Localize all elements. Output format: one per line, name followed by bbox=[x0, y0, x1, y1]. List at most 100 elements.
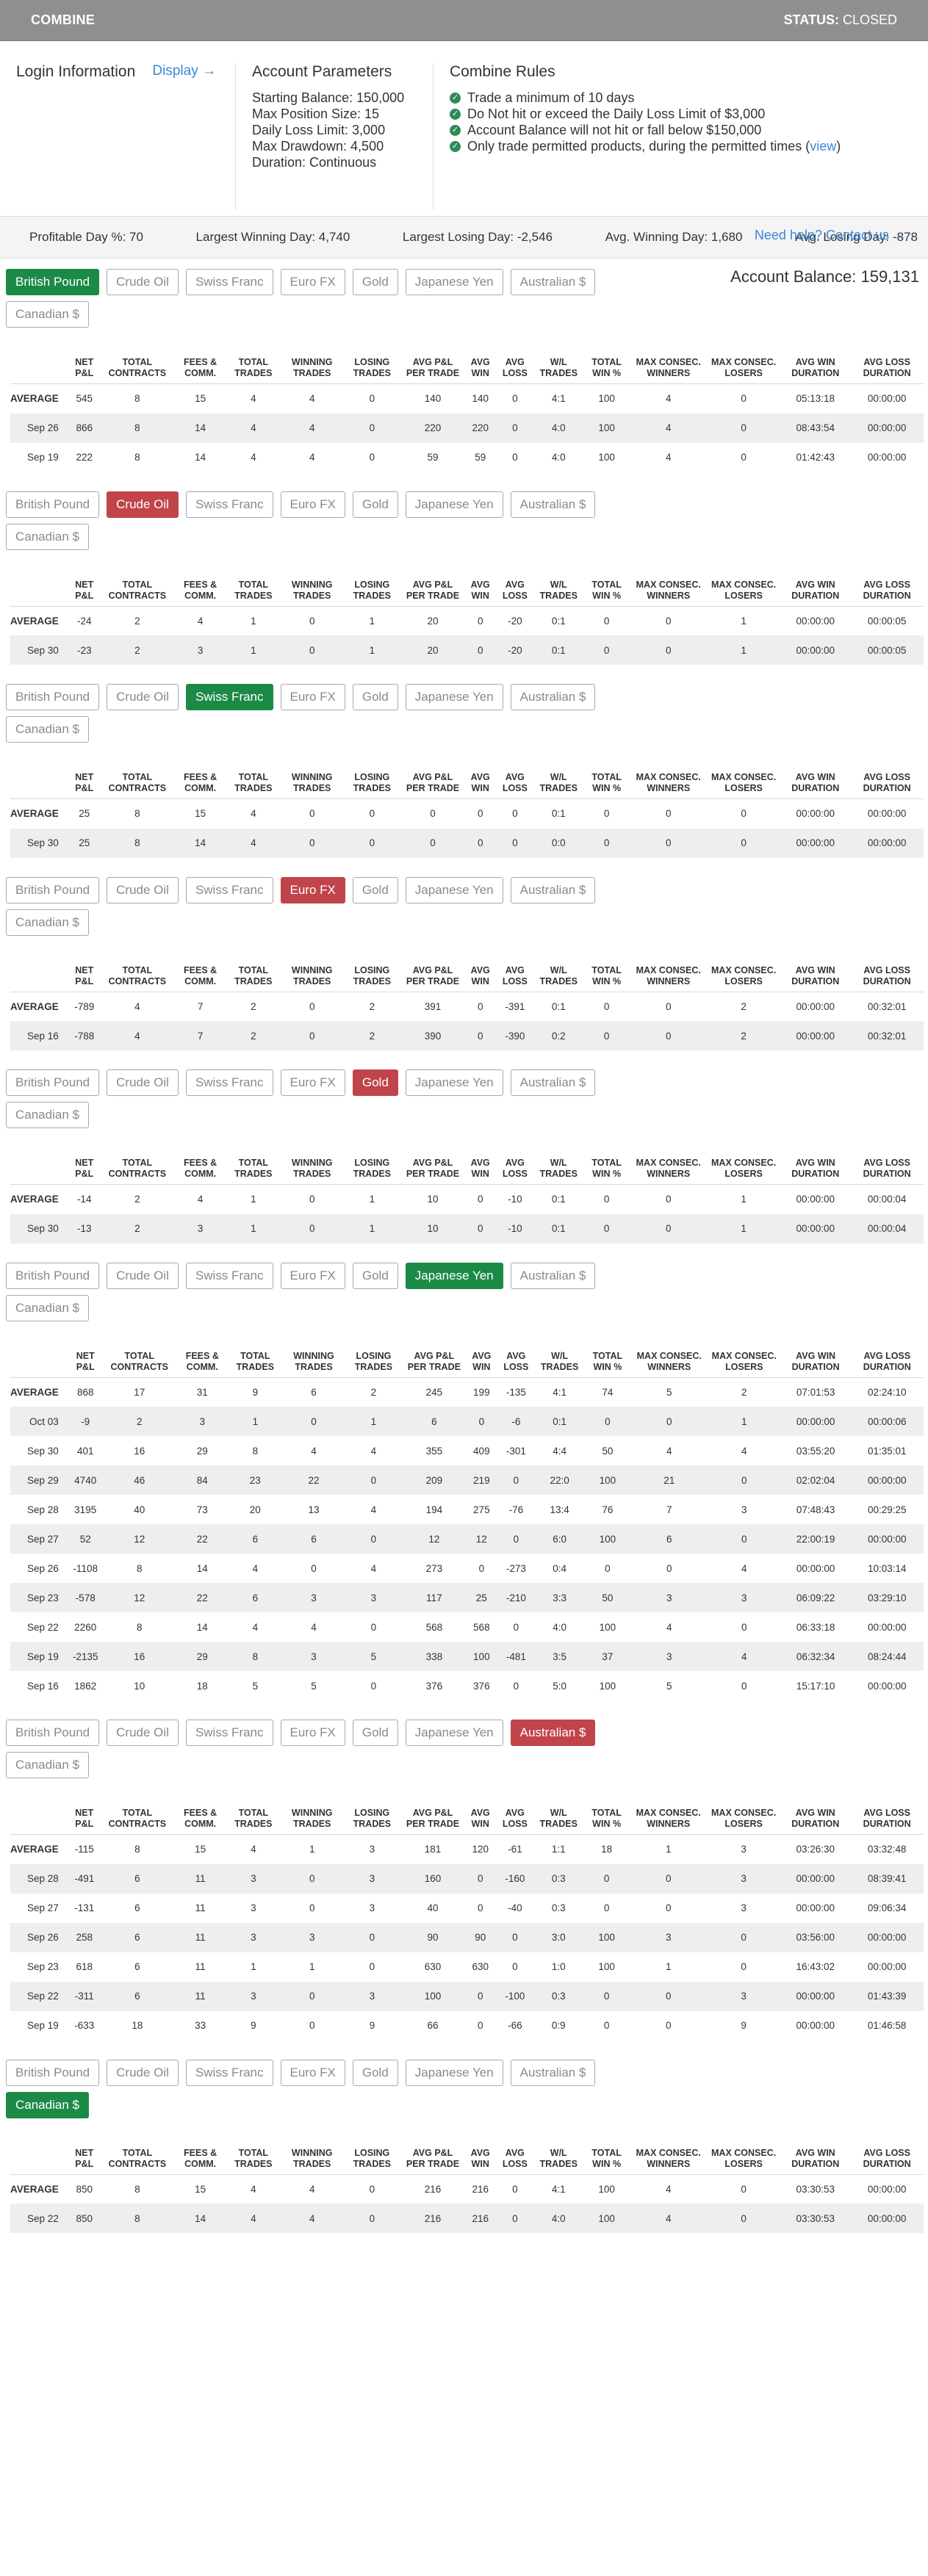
product-tab-euro-fx[interactable]: Euro FX bbox=[280, 1720, 345, 1746]
table-cell: 00:00:00 bbox=[850, 828, 924, 858]
table-cell: 15 bbox=[195, 808, 206, 820]
product-tab-euro-fx[interactable]: Euro FX bbox=[280, 491, 345, 518]
product-tab-euro-fx[interactable]: Euro FX bbox=[280, 876, 345, 903]
product-tab-japanese-yen[interactable]: Japanese Yen bbox=[405, 1720, 503, 1746]
product-tab-british-pound[interactable]: British Pound bbox=[6, 1262, 100, 1289]
product-tab-canadian[interactable]: Canadian $ bbox=[6, 301, 89, 328]
product-tab-australian[interactable]: Australian $ bbox=[510, 269, 596, 295]
product-tab-australian[interactable]: Australian $ bbox=[510, 1069, 596, 1096]
column-header: MAX CONSEC. WINNERS bbox=[630, 2147, 708, 2175]
product-tab-swiss-franc[interactable]: Swiss Franc bbox=[185, 1069, 273, 1096]
product-tab-swiss-franc[interactable]: Swiss Franc bbox=[185, 1720, 273, 1746]
product-tab-australian[interactable]: Australian $ bbox=[510, 491, 596, 518]
product-tab-euro-fx[interactable]: Euro FX bbox=[280, 1069, 345, 1096]
product-tab-crude-oil[interactable]: Crude Oil bbox=[107, 2059, 179, 2086]
product-tab-gold[interactable]: Gold bbox=[352, 876, 398, 903]
product-tab-swiss-franc[interactable]: Swiss Franc bbox=[185, 684, 273, 710]
column-header: MAX CONSEC. WINNERS bbox=[630, 964, 708, 992]
table-cell: 15 bbox=[195, 393, 206, 405]
product-tab-crude-oil[interactable]: Crude Oil bbox=[107, 1262, 179, 1289]
product-tab-swiss-franc[interactable]: Swiss Franc bbox=[185, 491, 273, 518]
view-permitted-link[interactable]: view bbox=[810, 138, 836, 154]
product-tab-swiss-franc[interactable]: Swiss Franc bbox=[185, 1262, 273, 1289]
product-tab-japanese-yen[interactable]: Japanese Yen bbox=[405, 491, 503, 518]
column-header: LOSING TRADES bbox=[342, 1158, 401, 1185]
product-tab-swiss-franc[interactable]: Swiss Franc bbox=[185, 876, 273, 903]
table-cell: 4 bbox=[197, 615, 204, 627]
product-tab-euro-fx[interactable]: Euro FX bbox=[280, 2059, 345, 2086]
table-cell: 2 bbox=[707, 1021, 781, 1050]
product-tab-australian[interactable]: Australian $ bbox=[510, 1262, 596, 1289]
average-row: AVERAGE -115 8 15 4 1 3 181 120 -61 1:1 18 1 3 03:26:3… bbox=[10, 1835, 924, 1864]
table-cell: 14 bbox=[175, 828, 226, 858]
product-tab-canadian[interactable]: Canadian $ bbox=[6, 1752, 89, 1778]
product-tab-gold[interactable]: Gold bbox=[352, 491, 398, 518]
table-cell: 4 bbox=[252, 1621, 259, 1633]
table-cell: AVERAGE bbox=[10, 1000, 59, 1012]
product-tab-australian[interactable]: Australian $ bbox=[510, 1720, 596, 1746]
product-tab-canadian[interactable]: Canadian $ bbox=[6, 909, 89, 936]
product-tab-japanese-yen[interactable]: Japanese Yen bbox=[405, 684, 503, 710]
param-max-drawdown: Max Drawdown: 4,500 bbox=[252, 139, 384, 154]
product-tab-gold[interactable]: Gold bbox=[352, 684, 398, 710]
table-cell: 07:48:43 bbox=[796, 1504, 835, 1515]
product-tab-crude-oil[interactable]: Crude Oil bbox=[107, 1720, 179, 1746]
product-tab-british-pound[interactable]: British Pound bbox=[6, 876, 100, 903]
product-tab-crude-oil[interactable]: Crude Oil bbox=[107, 1069, 179, 1096]
product-tab-british-pound[interactable]: British Pound bbox=[6, 684, 100, 710]
product-tab-japanese-yen[interactable]: Japanese Yen bbox=[405, 1069, 503, 1096]
product-tab-canadian[interactable]: Canadian $ bbox=[6, 716, 89, 743]
product-tab-euro-fx[interactable]: Euro FX bbox=[280, 1262, 345, 1289]
table-cell: 0 bbox=[464, 1864, 497, 1894]
product-tab-gold[interactable]: Gold bbox=[352, 1720, 398, 1746]
table-cell: 0 bbox=[603, 808, 610, 820]
product-tab-british-pound[interactable]: British Pound bbox=[6, 269, 100, 295]
product-tab-japanese-yen[interactable]: Japanese Yen bbox=[405, 876, 503, 903]
contact-us-link[interactable]: Need help? Contact us → bbox=[755, 228, 906, 243]
table-cell: 08:39:41 bbox=[850, 1864, 924, 1894]
table-cell: 25 bbox=[465, 1583, 497, 1612]
product-tab-japanese-yen[interactable]: Japanese Yen bbox=[405, 269, 503, 295]
column-header: TOTAL CONTRACTS bbox=[99, 579, 176, 607]
product-tab-canadian[interactable]: Canadian $ bbox=[6, 1294, 89, 1321]
table-cell: 1862 bbox=[74, 1680, 97, 1692]
product-tab-japanese-yen[interactable]: Japanese Yen bbox=[405, 2059, 503, 2086]
product-tab-gold[interactable]: Gold bbox=[352, 2059, 398, 2086]
table-cell: 4 bbox=[251, 2183, 256, 2195]
product-tab-swiss-franc[interactable]: Swiss Franc bbox=[185, 2059, 273, 2086]
table-cell: 11 bbox=[175, 1981, 226, 2011]
product-tab-euro-fx[interactable]: Euro FX bbox=[280, 269, 345, 295]
table-cell: 06:09:22 bbox=[780, 1583, 851, 1612]
table-cell: 0 bbox=[342, 413, 401, 443]
table-cell: 0:9 bbox=[551, 2020, 566, 2031]
product-tab-british-pound[interactable]: British Pound bbox=[6, 1720, 100, 1746]
product-tab-canadian[interactable]: Canadian $ bbox=[6, 1102, 89, 1128]
display-login-link[interactable]: Display → bbox=[152, 63, 216, 216]
product-tab-canadian[interactable]: Canadian $ bbox=[6, 523, 89, 550]
product-tab-euro-fx[interactable]: Euro FX bbox=[280, 684, 345, 710]
product-tab-british-pound[interactable]: British Pound bbox=[6, 2059, 100, 2086]
table-cell: 216 bbox=[400, 2204, 465, 2233]
table-cell: 4:1 bbox=[551, 2183, 566, 2195]
product-tab-japanese-yen[interactable]: Japanese Yen bbox=[405, 1262, 503, 1289]
table-cell: 00:00:04 bbox=[867, 1194, 907, 1205]
product-tab-australian[interactable]: Australian $ bbox=[510, 876, 596, 903]
product-tab-gold[interactable]: Gold bbox=[352, 269, 398, 295]
product-tab-gold[interactable]: Gold bbox=[352, 1069, 398, 1096]
product-tab-crude-oil[interactable]: Crude Oil bbox=[107, 269, 179, 295]
product-tab-british-pound[interactable]: British Pound bbox=[6, 1069, 100, 1096]
product-tab-swiss-franc[interactable]: Swiss Franc bbox=[185, 269, 273, 295]
product-tab-crude-oil[interactable]: Crude Oil bbox=[107, 491, 179, 518]
table-cell: 3 bbox=[282, 1583, 345, 1612]
product-tab-australian[interactable]: Australian $ bbox=[510, 684, 596, 710]
table-cell: 3 bbox=[369, 1844, 375, 1855]
table-cell: 1 bbox=[741, 615, 747, 627]
product-tab-australian[interactable]: Australian $ bbox=[510, 2059, 596, 2086]
product-tab-british-pound[interactable]: British Pound bbox=[6, 491, 100, 518]
product-tab-gold[interactable]: Gold bbox=[352, 1262, 398, 1289]
rules-heading: Combine Rules bbox=[450, 63, 555, 80]
product-tab-crude-oil[interactable]: Crude Oil bbox=[107, 876, 179, 903]
product-tab-canadian[interactable]: Canadian $ bbox=[6, 2091, 89, 2118]
table-cell: 16:43:02 bbox=[796, 1961, 835, 1972]
product-tab-crude-oil[interactable]: Crude Oil bbox=[107, 684, 179, 710]
